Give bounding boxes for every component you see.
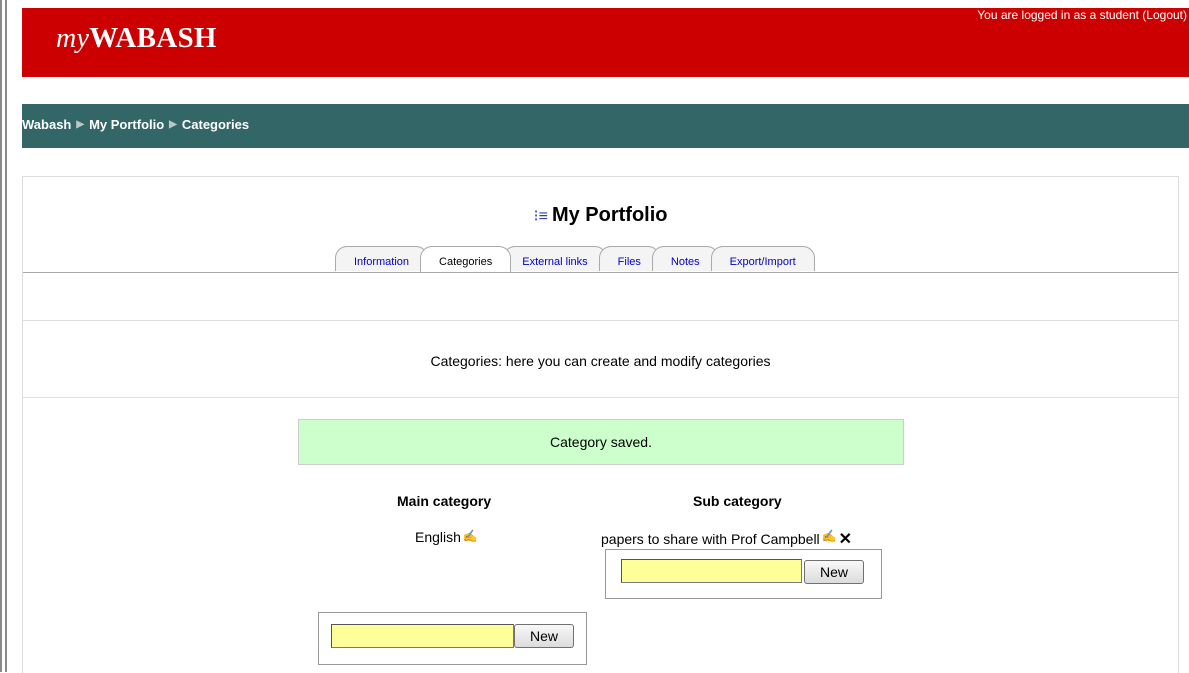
window-left-border-inner	[5, 0, 7, 672]
window-left-border	[0, 0, 2, 672]
tab-notes[interactable]: Notes	[651, 246, 719, 271]
main-category-name[interactable]: English	[415, 529, 461, 545]
info-text: Categories: here you can create and modi…	[430, 353, 771, 369]
page-title: ⁝≡ My Portfolio	[533, 204, 668, 226]
logout-link[interactable]: (Logout)	[1142, 8, 1187, 22]
delete-x-icon[interactable]: ✕	[839, 529, 852, 549]
breadcrumb-separator-icon: ▶	[169, 119, 177, 130]
info-box: Categories: here you can create and modi…	[23, 320, 1178, 398]
edit-pencil-icon[interactable]: ✍	[463, 529, 478, 543]
tab-divider	[23, 272, 1178, 273]
login-status-text: You are logged in as a student	[977, 8, 1139, 22]
tab-information[interactable]: Information	[335, 246, 429, 271]
main-category-new-input[interactable]	[331, 624, 514, 648]
tab-files[interactable]: Files	[598, 246, 660, 271]
main-category-new-button[interactable]: New	[514, 624, 574, 648]
edit-pencil-icon[interactable]: ✍	[822, 529, 837, 543]
tab-categories[interactable]: Categories	[420, 246, 512, 272]
breadcrumb-item-wabash[interactable]: Wabash	[22, 117, 71, 132]
sub-category-new-input[interactable]	[621, 559, 802, 583]
site-header: myWABASH You are logged in as a student …	[22, 8, 1189, 77]
tab-bar: Information Categories External links Fi…	[335, 246, 815, 272]
breadcrumb: Wabash ▶ My Portfolio ▶ Categories	[22, 117, 249, 132]
success-notice: Category saved.	[298, 419, 904, 465]
sub-category-header: Sub category	[693, 493, 782, 509]
breadcrumb-item-categories: Categories	[181, 117, 250, 132]
navbar: Wabash ▶ My Portfolio ▶ Categories	[22, 104, 1189, 148]
sub-category-new-form: New	[605, 549, 882, 599]
main-category-new-form: New	[318, 612, 587, 665]
main-category-item: English ✍	[415, 529, 478, 545]
tab-external-links[interactable]: External links	[503, 246, 607, 271]
sub-category-new-button[interactable]: New	[804, 560, 864, 584]
main-category-header: Main category	[397, 493, 492, 509]
sub-category-name[interactable]: papers to share with Prof Campbell	[601, 531, 820, 547]
breadcrumb-item-my-portfolio[interactable]: My Portfolio	[89, 117, 164, 132]
tab-export-import[interactable]: Export/Import	[710, 246, 815, 271]
login-info: You are logged in as a student (Logout)	[977, 8, 1187, 22]
list-icon: ⁝≡	[533, 208, 548, 225]
site-logo[interactable]: myWABASH	[56, 22, 217, 55]
sub-category-item: papers to share with Prof Campbell ✍ ✕	[601, 529, 852, 549]
content-panel: ⁝≡ My Portfolio Information Categories Ex…	[22, 176, 1179, 673]
breadcrumb-separator-icon: ▶	[76, 119, 85, 130]
